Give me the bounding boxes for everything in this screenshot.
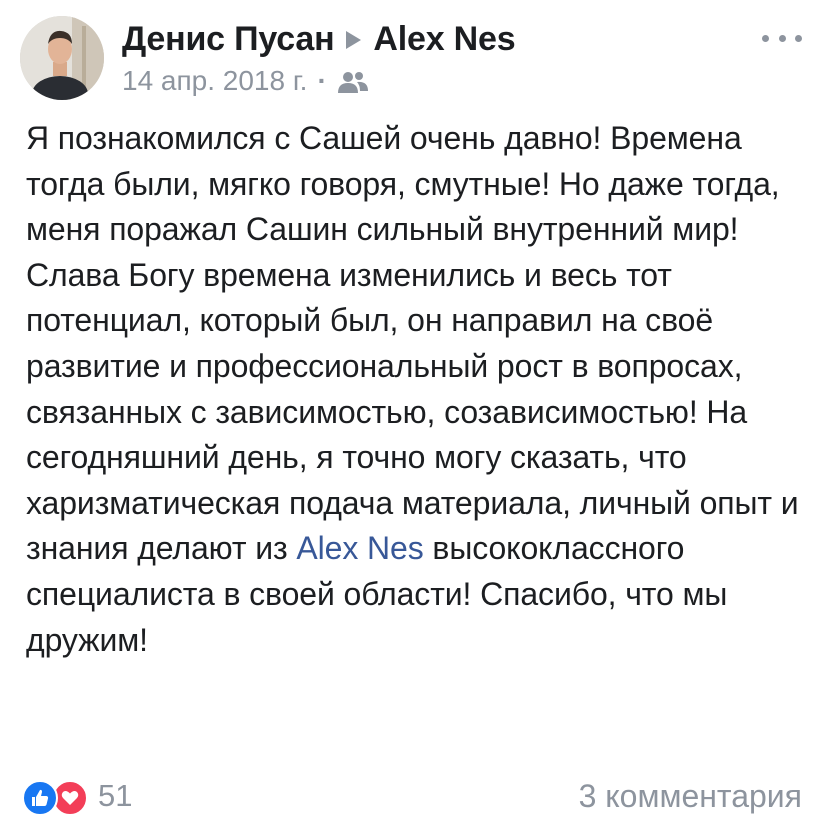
post-date[interactable]: 14 апр. 2018 г. — [122, 65, 307, 97]
more-dot — [795, 34, 802, 42]
comments-count-link[interactable]: 3 комментария — [579, 778, 802, 815]
avatar-photo — [20, 16, 104, 100]
facebook-post: Денис Пусан Alex Nes 14 апр. 2018 г. · Я… — [0, 0, 828, 834]
like-icon — [22, 780, 58, 816]
friends-icon[interactable] — [337, 69, 369, 93]
reactions-summary[interactable]: 51 — [22, 776, 132, 816]
post-meta: 14 апр. 2018 г. · — [122, 64, 369, 98]
mention-link[interactable]: Alex Nes — [296, 530, 423, 566]
author-avatar[interactable] — [20, 16, 104, 100]
post-header-names: Денис Пусан Alex Nes — [122, 18, 516, 60]
more-dot — [778, 34, 786, 42]
shared-to-arrow-icon — [346, 31, 362, 49]
more-options-button[interactable] — [762, 26, 802, 50]
reaction-icons — [22, 776, 92, 816]
post-text: Я познакомился с Сашей очень давно! Врем… — [26, 116, 816, 663]
reaction-count: 51 — [98, 778, 133, 813]
post-footer: 51 3 комментария — [22, 772, 802, 820]
meta-separator: · — [317, 65, 327, 96]
more-horizontal-icon — [762, 34, 769, 42]
author-name[interactable]: Денис Пусан — [122, 20, 335, 59]
post-text-part-1: Я познакомился с Сашей очень давно! Врем… — [26, 120, 799, 567]
target-profile-name[interactable]: Alex Nes — [373, 20, 515, 59]
